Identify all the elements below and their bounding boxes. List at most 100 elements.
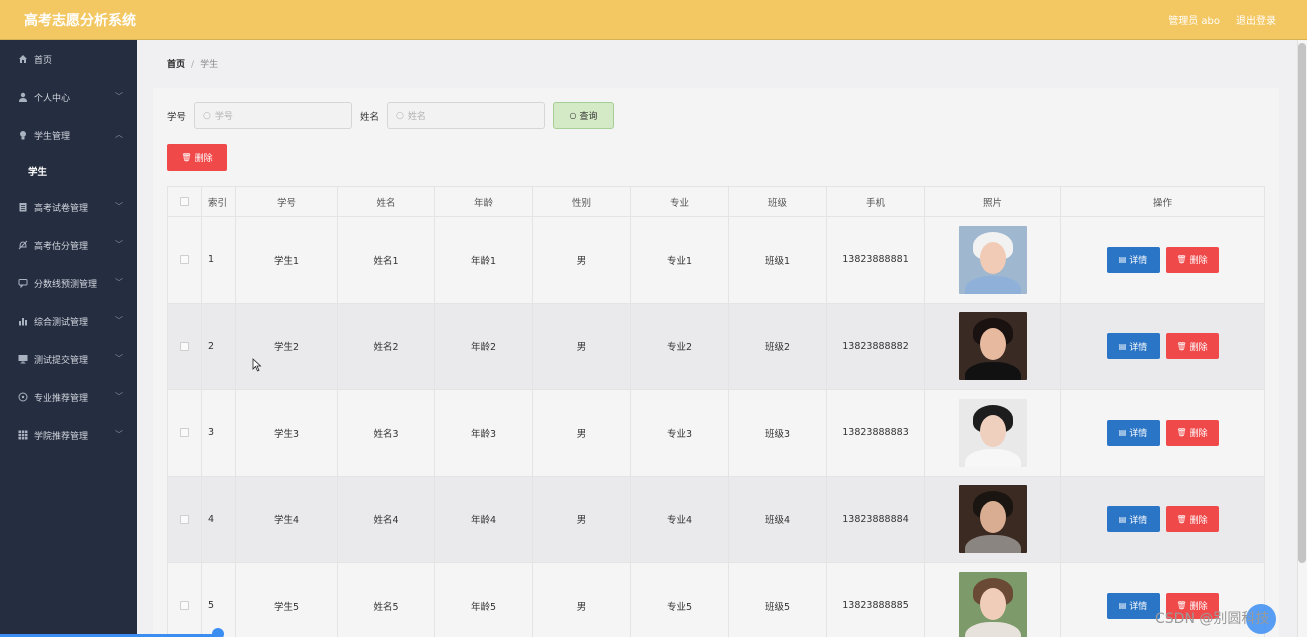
sidebar-item-label: 个人中心	[34, 93, 71, 104]
sidebar-item-score-line-prediction-management[interactable]: 分数线预测管理 ﹀	[0, 264, 137, 302]
chat-icon	[17, 278, 28, 289]
column-header: 专业	[631, 187, 729, 216]
cell-student-id: 学生4	[236, 476, 338, 562]
detail-label: 详情	[1129, 515, 1148, 526]
document-icon: ▤	[1118, 255, 1127, 265]
cell-actions: ▤ 详情 🗑 删除	[1061, 390, 1264, 476]
batch-delete-button[interactable]: 🗑 删除	[167, 144, 227, 171]
current-user-label: 管理员 abo	[1168, 16, 1220, 27]
cell-actions: ▤ 详情 🗑 删除	[1061, 477, 1264, 563]
delete-button[interactable]: 🗑 删除	[1165, 506, 1219, 533]
document-icon: ▤	[1118, 428, 1127, 438]
delete-label: 删除	[1189, 429, 1208, 440]
sidebar-item-score-estimate-management[interactable]: 高考估分管理 ﹀	[0, 226, 137, 264]
cell-class: 班级1	[729, 217, 827, 303]
sidebar-item-label: 专业推荐管理	[34, 393, 89, 404]
detail-button[interactable]: ▤ 详情	[1106, 506, 1160, 533]
sidebar-item-major-recommendation-management[interactable]: 专业推荐管理 ﹀	[0, 378, 137, 416]
sidebar: 首页 个人中心 ﹀ 学生管理 ︿ 学生 高考试卷管理 ﹀ 高考估分管理 ﹀ 分数…	[0, 40, 137, 637]
select-all-checkbox[interactable]	[180, 197, 189, 206]
row-checkbox[interactable]	[180, 255, 189, 265]
cell-photo	[925, 563, 1061, 637]
cell-actions: ▤ 详情 🗑 删除	[1061, 217, 1264, 303]
cell-phone: 13823888885	[827, 563, 925, 637]
cell-student-id: 学生5	[236, 563, 338, 637]
sidebar-item-exam-paper-management[interactable]: 高考试卷管理 ﹀	[0, 188, 137, 226]
sidebar-item-test-submission-management[interactable]: 测试提交管理 ﹀	[0, 340, 137, 378]
cell-name: 姓名1	[338, 217, 435, 303]
cell-major: 专业3	[631, 390, 729, 476]
search-icon: ○	[396, 110, 404, 121]
cell-major: 专业2	[631, 303, 729, 389]
detail-button[interactable]: ▤ 详情	[1106, 592, 1160, 619]
cell-major: 专业4	[631, 476, 729, 562]
row-select-cell	[168, 563, 202, 637]
cell-gender: 男	[533, 303, 631, 389]
main-content: 首页 / 学生 学号 ○ 学号 姓名 ○ 姓名 ○ 查询 🗑 删除 索引 学号 …	[137, 40, 1297, 637]
column-header: 年龄	[435, 187, 533, 216]
row-checkbox[interactable]	[180, 341, 189, 351]
bulb-icon	[17, 130, 28, 141]
column-header: 学号	[236, 187, 338, 216]
breadcrumb-separator: /	[191, 60, 195, 70]
detail-button[interactable]: ▤ 详情	[1106, 246, 1160, 273]
trash-icon: 🗑	[181, 153, 192, 162]
cell-major: 专业1	[631, 217, 729, 303]
cell-photo	[925, 390, 1061, 476]
name-input[interactable]: ○ 姓名	[387, 102, 546, 129]
scrollbar-thumb[interactable]	[1298, 43, 1306, 563]
sidebar-item-personal-center[interactable]: 个人中心 ﹀	[0, 78, 137, 116]
bar-chart-icon	[17, 316, 28, 327]
sidebar-item-student-management[interactable]: 学生管理 ︿	[0, 116, 137, 154]
search-button-label: 查询	[579, 112, 598, 122]
search-button[interactable]: ○ 查询	[553, 102, 615, 129]
cell-phone: 13823888883	[827, 390, 925, 476]
student-id-input[interactable]: ○ 学号	[194, 102, 353, 129]
cell-class: 班级4	[729, 476, 827, 562]
breadcrumb-home[interactable]: 首页	[167, 60, 185, 70]
student-photo[interactable]	[958, 398, 1027, 467]
sidebar-item-home[interactable]: 首页	[0, 40, 137, 78]
detail-button[interactable]: ▤ 详情	[1106, 333, 1160, 360]
sidebar-subitem-student[interactable]: 学生	[0, 154, 137, 188]
student-id-placeholder: 学号	[214, 112, 233, 122]
cell-gender: 男	[533, 476, 631, 562]
trash-icon: 🗑	[1176, 341, 1187, 351]
row-checkbox[interactable]	[180, 601, 189, 611]
cell-phone: 13823888882	[827, 303, 925, 389]
search-icon: ○	[203, 110, 211, 121]
sidebar-item-comprehensive-test-management[interactable]: 综合测试管理 ﹀	[0, 302, 137, 340]
progress-handle[interactable]	[212, 628, 224, 637]
sidebar-item-college-recommendation-management[interactable]: 学院推荐管理 ﹀	[0, 416, 137, 454]
row-checkbox[interactable]	[180, 514, 189, 524]
detail-button[interactable]: ▤ 详情	[1106, 419, 1160, 446]
student-photo[interactable]	[958, 485, 1027, 554]
cell-age: 年龄5	[435, 563, 533, 637]
delete-label: 删除	[1189, 256, 1208, 267]
cell-gender: 男	[533, 390, 631, 476]
chevron-down-icon: ﹀	[115, 430, 123, 439]
chevron-down-icon: ﹀	[115, 354, 123, 363]
cell-age: 年龄2	[435, 303, 533, 389]
cell-index: 4	[202, 476, 236, 562]
row-select-cell	[168, 217, 202, 303]
delete-button[interactable]: 🗑 删除	[1165, 333, 1219, 360]
student-id-label: 学号	[167, 111, 187, 123]
cell-student-id: 学生1	[236, 217, 338, 303]
table-row: 5 学生5 姓名5 年龄5 男 专业5 班级5 13823888885 ▤详情	[168, 563, 1264, 637]
sidebar-item-label: 分数线预测管理	[34, 279, 98, 290]
grid-icon	[17, 430, 28, 441]
table-row: 1 学生1 姓名1 年龄1 男 专业1 班级1 13823888881 ▤详情	[168, 217, 1264, 304]
app-title: 高考志愿分析系统	[24, 12, 136, 29]
table-row: 4 学生4 姓名4 年龄4 男 专业4 班级4 13823888884 ▤详情	[168, 476, 1264, 563]
cell-photo	[925, 476, 1061, 562]
clipboard-icon	[17, 202, 28, 213]
student-photo[interactable]	[958, 312, 1027, 381]
delete-button[interactable]: 🗑 删除	[1165, 246, 1219, 273]
delete-button[interactable]: 🗑 删除	[1165, 419, 1219, 446]
column-header: 索引	[202, 187, 236, 216]
student-photo[interactable]	[958, 571, 1027, 637]
row-checkbox[interactable]	[180, 428, 189, 438]
logout-link[interactable]: 退出登录	[1236, 12, 1276, 27]
student-photo[interactable]	[958, 225, 1027, 294]
